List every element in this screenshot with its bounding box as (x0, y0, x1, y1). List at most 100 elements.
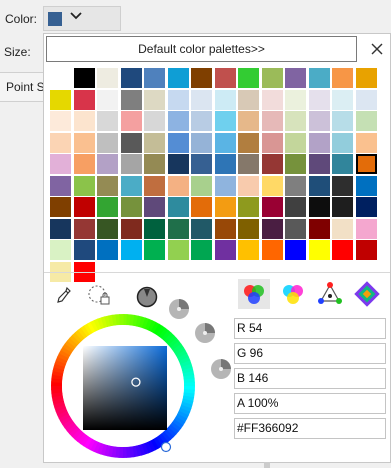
hsl-triangle-mode-tab[interactable] (314, 279, 346, 309)
red-value-field[interactable]: R 54 (234, 318, 386, 339)
palette-swatch[interactable] (191, 132, 212, 153)
palette-swatch[interactable] (97, 197, 118, 217)
palette-swatch[interactable] (332, 154, 353, 174)
palette-swatch[interactable] (144, 240, 165, 260)
palette-swatch[interactable] (50, 132, 71, 153)
palette-swatch[interactable] (50, 89, 71, 110)
green-value-field[interactable]: G 96 (234, 343, 386, 364)
palette-swatch[interactable] (238, 111, 259, 131)
palette-swatch[interactable] (261, 89, 283, 110)
palette-swatch[interactable] (191, 154, 212, 174)
palette-swatch[interactable] (144, 68, 165, 88)
palette-swatch[interactable] (144, 89, 165, 110)
palette-swatch[interactable] (214, 240, 236, 260)
palette-swatch[interactable] (97, 175, 118, 196)
palette-swatch[interactable] (308, 89, 330, 110)
palette-swatch[interactable] (120, 68, 142, 88)
palette-swatch[interactable] (50, 175, 71, 196)
blue-value-field[interactable]: B 146 (234, 368, 386, 389)
palette-swatch[interactable] (308, 175, 330, 196)
palette-swatch[interactable] (261, 240, 283, 260)
palette-swatch[interactable] (332, 218, 353, 239)
palette-swatch[interactable] (355, 175, 377, 196)
transparent-lock-icon[interactable] (87, 284, 111, 306)
palette-swatch[interactable] (238, 68, 259, 88)
color-wheel-dial-icon[interactable] (136, 286, 158, 308)
palette-swatch[interactable] (144, 111, 165, 131)
palette-swatch[interactable] (238, 175, 259, 196)
palette-swatch[interactable] (167, 68, 189, 88)
palette-swatch[interactable] (238, 154, 259, 174)
palette-swatch[interactable] (50, 197, 71, 217)
palette-swatch[interactable] (214, 132, 236, 153)
palette-swatch[interactable] (120, 111, 142, 131)
hue-ring-handle[interactable] (160, 441, 172, 453)
palette-swatch[interactable] (191, 111, 212, 131)
palette-swatch[interactable] (191, 175, 212, 196)
palette-swatch[interactable] (285, 154, 306, 174)
palette-swatch[interactable] (332, 240, 353, 260)
palette-swatch[interactable] (355, 154, 377, 174)
palette-swatch[interactable] (238, 197, 259, 217)
palette-swatch[interactable] (144, 132, 165, 153)
palette-swatch[interactable] (144, 197, 165, 217)
palette-swatch[interactable] (167, 240, 189, 260)
palette-swatch[interactable] (50, 68, 71, 88)
palette-swatch[interactable] (238, 132, 259, 153)
palette-swatch[interactable] (285, 132, 306, 153)
palette-swatch[interactable] (120, 154, 142, 174)
palette-swatch[interactable] (120, 197, 142, 217)
palette-swatch[interactable] (308, 154, 330, 174)
palette-swatch[interactable] (332, 89, 353, 110)
palette-swatch[interactable] (50, 111, 71, 131)
palette-swatch[interactable] (191, 89, 212, 110)
palette-swatch[interactable] (355, 218, 377, 239)
palette-swatch[interactable] (214, 68, 236, 88)
palette-swatch[interactable] (97, 154, 118, 174)
alpha-dial-icon[interactable] (210, 358, 232, 380)
palette-swatch[interactable] (285, 197, 306, 217)
palette-swatch[interactable] (167, 197, 189, 217)
close-icon[interactable] (364, 36, 390, 62)
color-dropdown-button[interactable] (43, 6, 121, 31)
palette-swatch[interactable] (191, 68, 212, 88)
palette-swatch[interactable] (355, 132, 377, 153)
palette-swatch[interactable] (261, 154, 283, 174)
palette-swatch[interactable] (308, 132, 330, 153)
palette-swatch[interactable] (97, 111, 118, 131)
alpha-value-field[interactable]: A 100% (234, 393, 386, 414)
palette-swatch[interactable] (285, 175, 306, 196)
palette-swatch[interactable] (73, 132, 95, 153)
palette-swatch[interactable] (73, 197, 95, 217)
palette-swatch[interactable] (308, 68, 330, 88)
palette-swatch[interactable] (285, 240, 306, 260)
palette-swatch[interactable] (191, 197, 212, 217)
palette-swatch[interactable] (167, 218, 189, 239)
palette-swatch[interactable] (261, 68, 283, 88)
palette-swatch[interactable] (355, 197, 377, 217)
point-style-tab[interactable]: Point S (0, 72, 46, 102)
palette-swatch[interactable] (214, 154, 236, 174)
palette-swatch[interactable] (261, 197, 283, 217)
palette-mode-tab[interactable] (351, 279, 383, 309)
palette-swatch[interactable] (261, 111, 283, 131)
palette-swatch[interactable] (332, 175, 353, 196)
palette-swatch[interactable] (120, 175, 142, 196)
palette-swatch[interactable] (332, 68, 353, 88)
palette-swatch[interactable] (355, 111, 377, 131)
palette-swatch[interactable] (167, 175, 189, 196)
rgb-mode-tab[interactable] (238, 279, 270, 309)
palette-swatch[interactable] (285, 89, 306, 110)
palette-swatch[interactable] (355, 68, 377, 88)
palette-swatch[interactable] (97, 218, 118, 239)
palette-swatch[interactable] (261, 175, 283, 196)
palette-swatch[interactable] (355, 240, 377, 260)
palette-swatch[interactable] (120, 132, 142, 153)
palette-swatch[interactable] (73, 218, 95, 239)
palette-swatch[interactable] (73, 154, 95, 174)
palette-swatch[interactable] (167, 132, 189, 153)
palette-swatch[interactable] (261, 132, 283, 153)
palette-swatch[interactable] (144, 175, 165, 196)
palette-swatch[interactable] (285, 111, 306, 131)
palette-swatch[interactable] (308, 111, 330, 131)
